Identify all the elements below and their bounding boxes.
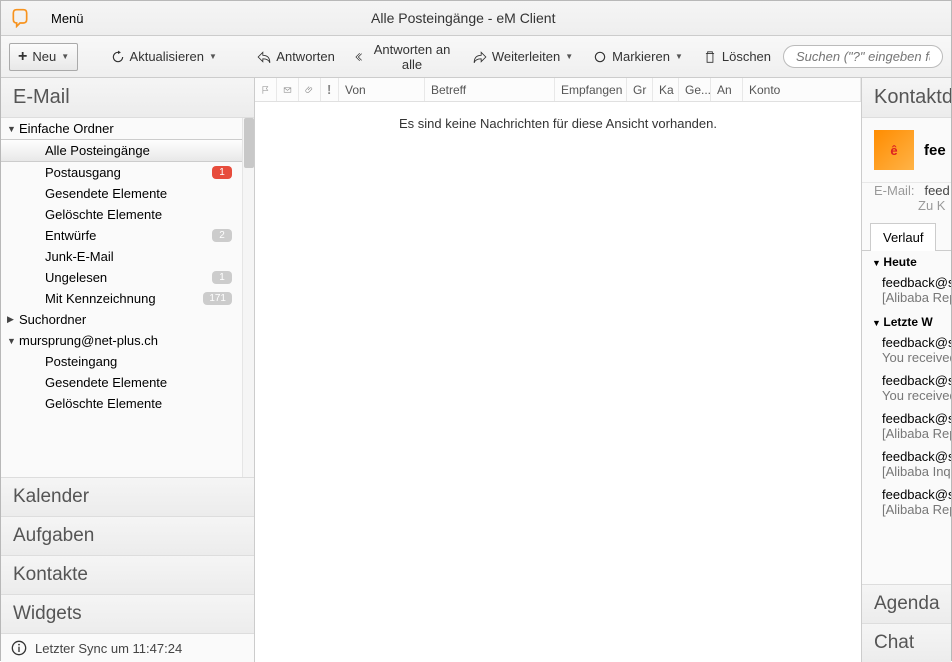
section-mail[interactable]: E-Mail [1,78,254,118]
folder-account-deleted[interactable]: Gelöschte Elemente [1,393,254,414]
search-input[interactable] [783,45,943,68]
envelope-icon [283,83,292,97]
info-icon [11,640,27,656]
reply-all-button[interactable]: Antworten an alle [347,38,461,76]
folder-tree: ▼Einfache Ordner Alle Posteingänge Posta… [1,118,254,477]
folder-deleted[interactable]: Gelöschte Elemente [1,204,254,225]
history-item[interactable]: feedback@s[Alibaba Rep [862,409,951,447]
mark-button[interactable]: Markieren▼ [585,45,691,68]
avatar: ê [874,130,914,170]
history-item[interactable]: feedback@sYou received [862,371,951,409]
col-account[interactable]: Konto [743,78,861,101]
mark-icon [593,50,607,64]
folder-group-search[interactable]: ▶Suchordner [1,309,254,330]
col-priority[interactable]: ! [321,78,339,101]
titlebar: Menü Alle Posteingänge - eM Client [1,1,951,36]
toolbar: + Neu▼ Aktualisieren▼ Antworten Antworte… [1,36,951,78]
history-item[interactable]: feedback@s[Alibaba Rep [862,273,951,311]
col-to[interactable]: An [711,78,743,101]
reply-button[interactable]: Antworten [249,45,343,68]
window-title: Alle Posteingänge - eM Client [96,10,831,26]
nav-widgets[interactable]: Widgets [1,594,254,633]
nav-agenda[interactable]: Agenda [862,584,951,623]
contact-details-header[interactable]: Kontaktd [862,78,951,118]
history-item[interactable]: feedback@s[Alibaba Rep [862,485,951,523]
refresh-button[interactable]: Aktualisieren▼ [103,45,225,68]
trash-icon [703,50,717,64]
col-attach[interactable] [299,78,321,101]
menu-button[interactable]: Menü [39,1,96,36]
folder-unread[interactable]: Ungelesen1 [1,267,254,288]
history-group-lastweek[interactable]: Letzte W [862,311,951,333]
forward-button[interactable]: Weiterleiten▼ [465,45,581,68]
col-received[interactable]: Empfangen [555,78,627,101]
message-list-pane: ! Von Betreff Empfangen Gr Ka Ge... An K… [255,78,861,662]
app-logo [1,1,39,36]
tab-history[interactable]: Verlauf [870,223,936,251]
right-panel: Kontaktd ê fee E-Mail: feed Zu K Verlauf… [861,78,951,662]
contact-card: ê fee [862,118,951,183]
col-flag[interactable] [255,78,277,101]
search-wrap [783,45,943,68]
nav-chat[interactable]: Chat [862,623,951,662]
col-size[interactable]: Gr [627,78,653,101]
folder-group-account[interactable]: ▼mursprung@net-plus.ch [1,330,254,351]
history-item[interactable]: feedback@s[Alibaba Inq [862,447,951,485]
history-item[interactable]: feedback@sYou received [862,333,951,371]
history-list: Heute feedback@s[Alibaba Rep Letzte W fe… [862,251,951,523]
folder-account-sent[interactable]: Gesendete Elemente [1,372,254,393]
col-from[interactable]: Von [339,78,425,101]
nav-contacts[interactable]: Kontakte [1,555,254,594]
column-headers: ! Von Betreff Empfangen Gr Ka Ge... An K… [255,78,861,102]
forward-icon [473,50,487,64]
folder-all-inboxes[interactable]: Alle Posteingänge [1,139,254,162]
folder-inbox[interactable]: Posteingang [1,351,254,372]
reply-all-icon [355,50,366,64]
col-read[interactable] [277,78,299,101]
nav-calendar[interactable]: Kalender [1,477,254,516]
folder-group-simple[interactable]: ▼Einfache Ordner [1,118,254,139]
refresh-icon [111,50,125,64]
history-group-today[interactable]: Heute [862,251,951,273]
col-readstate[interactable]: Ge... [679,78,711,101]
contact-name: fee [924,142,946,159]
contact-meta: E-Mail: feed Zu K [862,183,951,223]
contact-tabs: Verlauf [862,223,951,251]
reply-icon [257,50,271,64]
folder-sent[interactable]: Gesendete Elemente [1,183,254,204]
col-subject[interactable]: Betreff [425,78,555,101]
sync-status: Letzter Sync um 11:47:24 [1,633,254,662]
col-category[interactable]: Ka [653,78,679,101]
flag-icon [261,83,270,97]
folder-drafts[interactable]: Entwürfe2 [1,225,254,246]
nav-tasks[interactable]: Aufgaben [1,516,254,555]
folder-flagged[interactable]: Mit Kennzeichnung171 [1,288,254,309]
tree-scrollbar[interactable] [242,118,254,477]
paperclip-icon [305,83,314,97]
delete-button[interactable]: Löschen [695,45,779,68]
sidebar: E-Mail ▼Einfache Ordner Alle Posteingäng… [1,78,255,662]
new-button[interactable]: + Neu▼ [9,43,78,71]
folder-outbox[interactable]: Postausgang1 [1,162,254,183]
folder-junk[interactable]: Junk-E-Mail [1,246,254,267]
exclaim-icon: ! [327,82,331,97]
empty-message: Es sind keine Nachrichten für diese Ansi… [255,102,861,145]
